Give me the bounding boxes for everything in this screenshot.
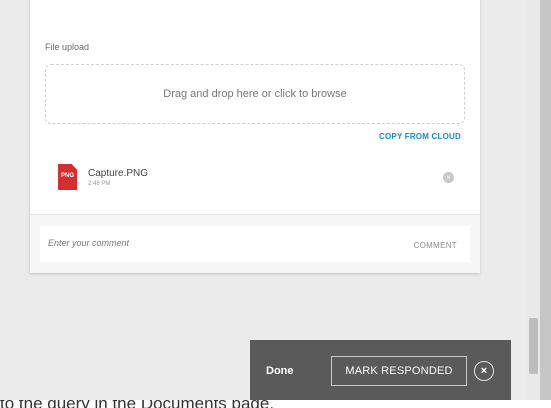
file-time: 2:48 PM — [88, 181, 111, 187]
remove-file-icon[interactable]: × — [443, 172, 454, 183]
comment-input[interactable] — [48, 231, 378, 255]
file-dropzone[interactable]: Drag and drop here or click to browse — [45, 64, 465, 124]
dropzone-text: Drag and drop here or click to browse — [163, 88, 347, 100]
bottom-text: to the query in the Documents page. — [0, 400, 274, 408]
copy-from-cloud-link[interactable]: COPY FROM CLOUD — [379, 132, 461, 141]
png-file-icon: PNG — [58, 164, 77, 190]
uploaded-file-row: PNG Capture.PNG 2:48 PM × — [58, 164, 464, 192]
mark-responded-button[interactable]: MARK RESPONDED — [331, 356, 467, 386]
done-label: Done — [266, 365, 294, 377]
close-icon[interactable]: × — [474, 361, 494, 381]
bottom-text-bar: to the query in the Documents page. — [0, 400, 551, 408]
right-panel-edge — [540, 0, 551, 408]
file-upload-label: File upload — [45, 42, 90, 52]
file-type-badge: PNG — [60, 173, 74, 179]
file-name: Capture.PNG — [88, 168, 149, 179]
scrollbar-thumb[interactable] — [529, 318, 538, 374]
comment-button[interactable]: COMMENT — [414, 241, 457, 250]
